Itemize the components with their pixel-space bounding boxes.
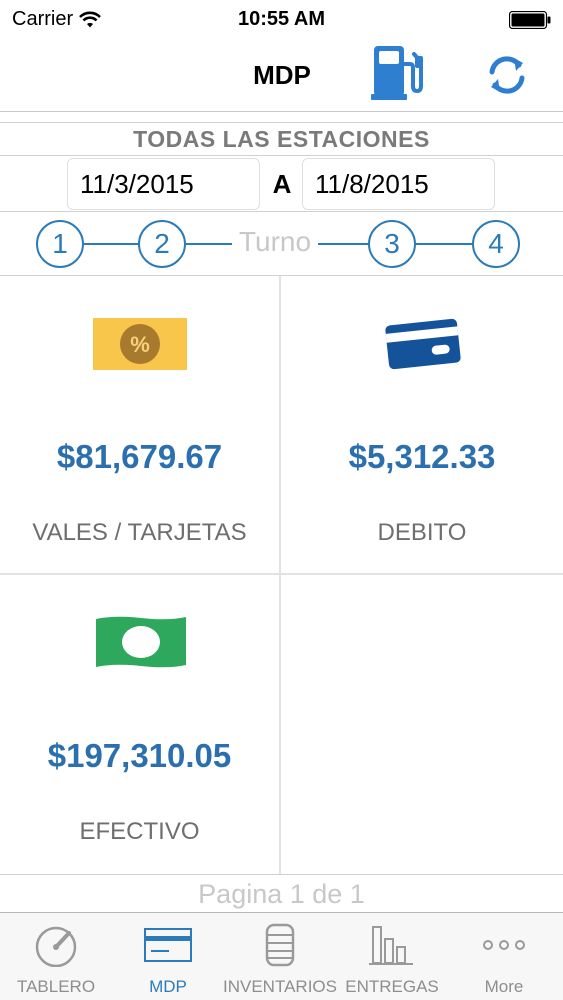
card-amount: $81,679.67 bbox=[56, 438, 223, 475]
card-label: EFECTIVO bbox=[79, 818, 200, 845]
tab-label: ENTREGAS bbox=[345, 977, 439, 996]
date-separator: A bbox=[272, 169, 292, 199]
payment-grid: % $81,679.67 VALES / TARJETAS $5,312.33 … bbox=[0, 276, 563, 874]
tab-label: More bbox=[484, 977, 524, 996]
card-label: VALES / TARJETAS bbox=[32, 519, 247, 546]
card-amount: $197,310.05 bbox=[47, 737, 232, 774]
nav-bar: MDP bbox=[0, 40, 563, 112]
date-to-field[interactable]: 11/8/2015 bbox=[302, 158, 495, 210]
shift-label: Turno bbox=[232, 226, 318, 258]
tab-label: TABLERO bbox=[16, 977, 96, 996]
tab-mdp[interactable]: MDP bbox=[112, 913, 224, 1000]
card-label: DEBITO bbox=[377, 519, 467, 546]
wifi-icon bbox=[79, 11, 102, 27]
battery-icon bbox=[509, 11, 551, 29]
date-from-field[interactable]: 11/3/2015 bbox=[67, 158, 260, 210]
shift-step-2[interactable]: 2 bbox=[138, 220, 186, 268]
more-icon bbox=[483, 940, 525, 950]
tab-inventarios[interactable]: INVENTARIOS bbox=[223, 913, 337, 1000]
date-range: 11/3/2015 A 11/8/2015 bbox=[0, 156, 563, 212]
shift-step-3[interactable]: 3 bbox=[368, 220, 416, 268]
station-selector[interactable]: TODAS LAS ESTACIONES bbox=[0, 122, 563, 156]
card-amount: $5,312.33 bbox=[348, 438, 496, 475]
status-bar: Carrier 10:55 AM bbox=[0, 0, 563, 40]
card-debito[interactable]: $5,312.33 DEBITO bbox=[281, 276, 563, 575]
card-icon bbox=[144, 928, 192, 962]
shift-step-4[interactable]: 4 bbox=[472, 220, 520, 268]
tab-tablero[interactable]: TABLERO bbox=[0, 913, 112, 1000]
shift-step-1[interactable]: 1 bbox=[36, 220, 84, 268]
carrier-label: Carrier bbox=[12, 8, 74, 30]
tab-label: MDP bbox=[149, 977, 187, 996]
status-carrier: Carrier bbox=[12, 8, 102, 31]
cash-icon bbox=[96, 616, 186, 668]
tab-more[interactable]: More bbox=[448, 913, 560, 1000]
card-efectivo[interactable]: $197,310.05 EFECTIVO bbox=[0, 575, 281, 874]
svg-text:%: % bbox=[130, 332, 150, 357]
shift-connector bbox=[416, 243, 476, 245]
card-empty bbox=[281, 575, 563, 874]
card-vales-tarjetas[interactable]: % $81,679.67 VALES / TARJETAS bbox=[0, 276, 281, 575]
shift-stepper: 1 2 Turno 3 4 bbox=[0, 212, 563, 276]
tab-entregas[interactable]: ENTREGAS bbox=[336, 913, 448, 1000]
bar-chart-icon bbox=[369, 926, 413, 965]
credit-card-icon bbox=[385, 318, 461, 370]
gauge-icon bbox=[35, 926, 77, 967]
voucher-icon: % bbox=[93, 318, 187, 370]
tab-label: INVENTARIOS bbox=[223, 977, 337, 996]
page-title: MDP bbox=[253, 60, 311, 90]
refresh-icon[interactable] bbox=[484, 52, 530, 98]
pagination-label: Pagina 1 de 1 bbox=[0, 874, 563, 912]
tab-bar: TABLERO MDP INVENTARIOS ENTREGAS More bbox=[0, 912, 563, 1000]
tank-icon bbox=[265, 923, 295, 967]
fuel-pump-icon[interactable] bbox=[368, 42, 430, 104]
shift-connector bbox=[84, 243, 142, 245]
